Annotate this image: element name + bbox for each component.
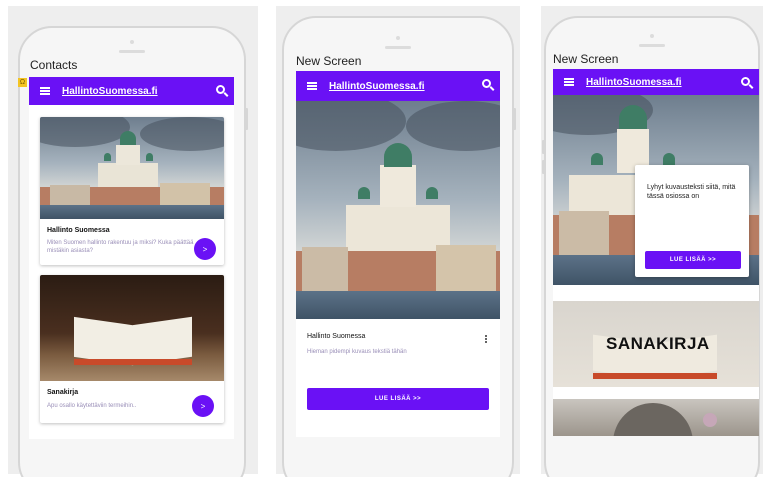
open-article-button[interactable]: > [194,238,216,260]
app-title-link[interactable]: HallintoSuomessa.fi [62,86,158,97]
menu-icon[interactable] [307,82,317,90]
popup-text: Lyhyt kuvausteksti siitä, mitä tässä osi… [647,184,736,200]
screen-label: New Screen [296,54,362,68]
storyboard-canvas: Contacts New Screen New Screen Ω Hallint… [0,0,768,477]
read-more-button[interactable]: LUE LISÄÄ >> [645,251,741,269]
app-bar: HallintoSuomessa.fi [296,71,500,101]
speaker-slot [385,46,411,49]
card-subtitle: Apu osallo käytettäviin termeihin.. [47,403,137,409]
speaker-slot [639,44,665,47]
camera-dot [650,34,654,38]
phone-side-button [542,140,545,154]
read-more-button[interactable]: LUE LISÄÄ >> [307,388,489,410]
camera-dot [396,36,400,40]
open-article-button[interactable]: > [192,395,214,417]
card-title: Hallinto Suomessa [47,227,110,234]
overlay-screen: HallintoSuomessa.fi Lyhyt kuvausteksti s… [553,69,759,436]
article-card[interactable]: Sanakirja Apu osallo käytettäviin termei… [40,275,224,423]
article-card[interactable]: Hallinto Suomessa Miten Suomen hallinto … [40,117,224,265]
phone-side-button [513,108,516,130]
app-bar: HallintoSuomessa.fi [553,69,759,95]
menu-icon[interactable] [564,78,574,86]
detail-screen: HallintoSuomessa.fi Hallinto Suomessa Hi… [296,71,500,437]
portrait-photo [553,399,759,436]
card-title: Sanakirja [47,389,79,396]
app-title-link[interactable]: HallintoSuomessa.fi [586,77,682,88]
card-subtitle: Hieman pidempi kuvaus tekstiä tähän [307,349,407,355]
more-options-icon[interactable] [485,335,487,337]
card-subtitle: Miten Suomen hallinto rakentuu ja miksi?… [47,240,194,254]
search-icon[interactable] [216,85,225,94]
banner-title: SANAKIRJA [606,334,710,353]
card-title: Hallinto Suomessa [307,333,366,340]
app-title-link[interactable]: HallintoSuomessa.fi [329,81,425,92]
dictionary-photo [40,275,224,381]
phone-side-button [542,160,545,174]
home-marker-icon: Ω [18,78,27,87]
contacts-screen: HallintoSuomessa.fi Hallinto Suomessa Mi… [29,77,234,439]
cathedral-photo [40,117,224,219]
search-icon[interactable] [741,77,750,86]
app-bar: HallintoSuomessa.fi [29,77,234,105]
speaker-slot [119,50,145,53]
cathedral-photo [296,101,500,319]
search-icon[interactable] [482,79,491,88]
menu-icon[interactable] [40,87,50,95]
dictionary-photo: SANAKIRJA [553,301,759,387]
screen-label: Contacts [30,58,78,72]
camera-dot [130,40,134,44]
description-popup: Lyhyt kuvausteksti siitä, mitä tässä osi… [635,165,749,277]
phone-side-button [245,108,248,130]
screen-label: New Screen [553,52,619,66]
